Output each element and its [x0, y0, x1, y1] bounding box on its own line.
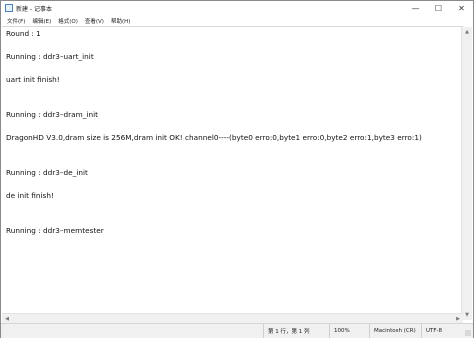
menu-help[interactable]: 帮助(H)	[110, 17, 131, 25]
horizontal-scrollbar[interactable]: ◀ ▶	[2, 313, 463, 323]
window-controls: — ☐ ✕	[404, 1, 473, 15]
maximize-button[interactable]: ☐	[427, 1, 450, 15]
document-text[interactable]: Round : 1 Running : ddr3–uart_init uart …	[6, 28, 422, 237]
minimize-button[interactable]: —	[404, 1, 427, 15]
menu-bar: 文件(F) 编辑(E) 格式(O) 查看(V) 帮助(H)	[1, 15, 473, 26]
menu-view[interactable]: 查看(V)	[84, 17, 105, 25]
window-title: 新建 - 记事本	[16, 5, 52, 13]
scroll-down-arrow-icon[interactable]: ▼	[462, 310, 472, 320]
zoom-level: 100%	[329, 324, 369, 338]
notepad-window: 新建 - 记事本 — ☐ ✕ 文件(F) 编辑(E) 格式(O) 查看(V) 帮…	[0, 0, 474, 338]
vertical-scrollbar[interactable]: ▲ ▼	[461, 27, 472, 320]
menu-file[interactable]: 文件(F)	[6, 17, 26, 25]
scroll-up-arrow-icon[interactable]: ▲	[462, 27, 472, 37]
notepad-icon[interactable]	[5, 4, 13, 12]
resize-grip-icon[interactable]	[465, 330, 471, 336]
title-bar[interactable]: 新建 - 记事本 — ☐ ✕	[1, 1, 473, 15]
close-button[interactable]: ✕	[450, 1, 473, 15]
cursor-position: 第 1 行，第 1 列	[263, 324, 329, 338]
status-bar: 第 1 行，第 1 列 100% Macintosh (CR) UTF-8	[1, 323, 473, 338]
text-editor-area[interactable]: Round : 1 Running : ddr3–uart_init uart …	[2, 26, 463, 321]
menu-format[interactable]: 格式(O)	[57, 17, 79, 25]
menu-edit[interactable]: 编辑(E)	[31, 17, 52, 25]
scroll-right-arrow-icon[interactable]: ▶	[453, 314, 463, 323]
line-ending: Macintosh (CR)	[369, 324, 421, 338]
scroll-left-arrow-icon[interactable]: ◀	[2, 314, 12, 323]
